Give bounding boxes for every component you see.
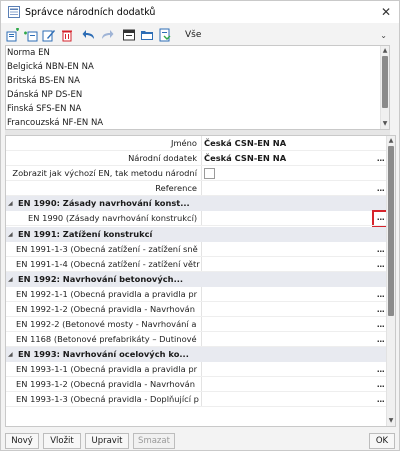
section-title: EN 1992: Navrhování betonových... [18, 274, 184, 284]
scroll-down-icon[interactable]: ▼ [387, 417, 395, 425]
annex-label: Národní dodatek [128, 153, 197, 163]
scroll-thumb[interactable] [382, 56, 388, 108]
table-row[interactable]: EN 1991-1-3 (Obecná zatížení - zatížení … [6, 242, 386, 257]
button-bar: Nový Vložit Upravit Smazat OK [5, 433, 395, 449]
section-en1993[interactable]: ◢ EN 1993: Navrhování ocelových ko... [6, 347, 386, 362]
section-title: EN 1991: Zatížení konstrukcí [18, 229, 153, 239]
ok-button[interactable]: OK [369, 433, 395, 449]
reference-row: Reference ... [6, 181, 386, 196]
standard-label: EN 1992-1-1 (Obecná pravidla a pravidla … [16, 289, 198, 299]
standard-label: EN 1993-1-3 (Obecná pravidla - Doplňujíc… [16, 394, 199, 404]
delete-button[interactable]: Smazat [133, 433, 175, 449]
new-icon[interactable] [5, 27, 21, 43]
section-en1990[interactable]: ◢ EN 1990: Zásady navrhování konst... [6, 196, 386, 211]
export-icon[interactable] [157, 27, 173, 43]
show-both-label: Zobrazit jak výchozí EN, tak metodu náro… [12, 168, 197, 178]
standard-label: EN 1993-1-1 (Obecná pravidla a pravidla … [16, 364, 198, 374]
redo-icon[interactable] [99, 27, 115, 43]
national-annex-manager-window: Správce národních dodatků ✕ Vše ⌄ Norma … [0, 0, 400, 451]
table-row[interactable]: EN 1992-1-2 (Obecná pravidla - Navrhován… [6, 302, 386, 317]
table-row[interactable]: EN 1992-1-1 (Obecná pravidla a pravidla … [6, 287, 386, 302]
annex-list-item[interactable]: Francouzská NF-EN NA [6, 116, 389, 129]
annex-list-item[interactable]: Belgická NBN-EN NA [6, 60, 389, 74]
standard-label: EN 1993-1-2 (Obecná pravidla - Navrhován [16, 379, 196, 389]
name-row: Jméno Česká CSN-EN NA [6, 136, 386, 151]
table-row[interactable]: EN 1990 (Zásady navrhování konstrukcí) .… [6, 210, 389, 227]
section-title: EN 1993: Navrhování ocelových ko... [18, 349, 189, 359]
toolbar: Vše ⌄ [5, 25, 395, 45]
show-both-row: Zobrazit jak výchozí EN, tak metodu náro… [6, 166, 386, 181]
standard-label: EN 1990 (Zásady navrhování konstrukcí) [28, 213, 198, 223]
standard-label: EN 1992-2 (Betonové mosty - Navrhování a [16, 319, 197, 329]
annex-value: Česká CSN-EN NA [204, 153, 287, 163]
table-row[interactable]: EN 1991-1-4 (Obecná zatížení - zatížení … [6, 257, 386, 272]
annex-row: Národní dodatek Česká CSN-EN NA ... [6, 151, 386, 166]
window-title: Správce národních dodatků [25, 6, 156, 18]
scroll-down-icon[interactable]: ▼ [381, 120, 389, 128]
title-bar: Správce národních dodatků ✕ [1, 1, 399, 23]
section-en1991[interactable]: ◢ EN 1991: Zatížení konstrukcí [6, 227, 386, 242]
app-icon [8, 6, 20, 18]
table-row[interactable]: EN 1992-2 (Betonové mosty - Navrhování a… [6, 317, 386, 332]
annex-list-scrollbar[interactable]: ▲ ▼ [380, 46, 389, 129]
chevron-down-icon: ⌄ [380, 30, 387, 40]
close-button[interactable]: ✕ [373, 1, 399, 23]
annex-list-item[interactable]: Norma EN [6, 46, 389, 60]
name-label: Jméno [171, 138, 197, 148]
table-row[interactable]: EN 1168 (Betonové prefabrikáty – Dutinov… [6, 332, 386, 347]
table-icon[interactable] [121, 27, 137, 43]
insert-button[interactable]: Vložit [43, 433, 81, 449]
edit-button[interactable]: Upravit [85, 433, 129, 449]
scroll-up-icon[interactable]: ▲ [387, 137, 395, 145]
annex-list-item[interactable]: Dánská NP DS-EN [6, 88, 389, 102]
filter-select[interactable]: Vše ⌄ [181, 27, 393, 43]
delete-icon[interactable] [59, 27, 75, 43]
table-row[interactable]: EN 1993-1-3 (Obecná pravidla - Doplňujíc… [6, 392, 386, 407]
edit-icon[interactable] [41, 27, 57, 43]
annex-list-item[interactable]: Finská SFS-EN NA [6, 102, 389, 116]
section-title: EN 1990: Zásady navrhování konst... [18, 198, 190, 208]
table-row[interactable]: EN 1993-1-1 (Obecná pravidla a pravidla … [6, 362, 386, 377]
property-grid: Jméno Česká CSN-EN NA Národní dodatek Če… [5, 135, 396, 427]
standard-label: EN 1991-1-4 (Obecná zatížení - zatížení … [16, 259, 200, 269]
standard-label: EN 1992-1-2 (Obecná pravidla - Navrhován [16, 304, 196, 314]
table-row[interactable]: EN 1993-1-2 (Obecná pravidla - Navrhován… [6, 377, 386, 392]
undo-icon[interactable] [81, 27, 97, 43]
annex-list-item[interactable]: Britská BS-EN NA [6, 74, 389, 88]
reference-label: Reference [155, 183, 197, 193]
new-button[interactable]: Nový [5, 433, 39, 449]
standard-label: EN 1991-1-3 (Obecná zatížení - zatížení … [16, 244, 198, 254]
name-value[interactable]: Česká CSN-EN NA [202, 136, 377, 151]
insert-icon[interactable] [23, 27, 39, 43]
filter-select-value: Vše [185, 30, 202, 40]
show-both-checkbox[interactable] [204, 168, 215, 179]
save-icon[interactable] [139, 27, 155, 43]
standard-label: EN 1168 (Betonové prefabrikáty – Dutinov… [16, 334, 197, 344]
property-grid-scrollbar[interactable]: ▲ ▼ [386, 136, 395, 426]
scroll-up-icon[interactable]: ▲ [381, 47, 389, 55]
scroll-thumb[interactable] [388, 146, 394, 316]
section-en1992[interactable]: ◢ EN 1992: Navrhování betonových... [6, 272, 386, 287]
annex-list[interactable]: Norma EN Belgická NBN-EN NA Britská BS-E… [5, 45, 390, 130]
